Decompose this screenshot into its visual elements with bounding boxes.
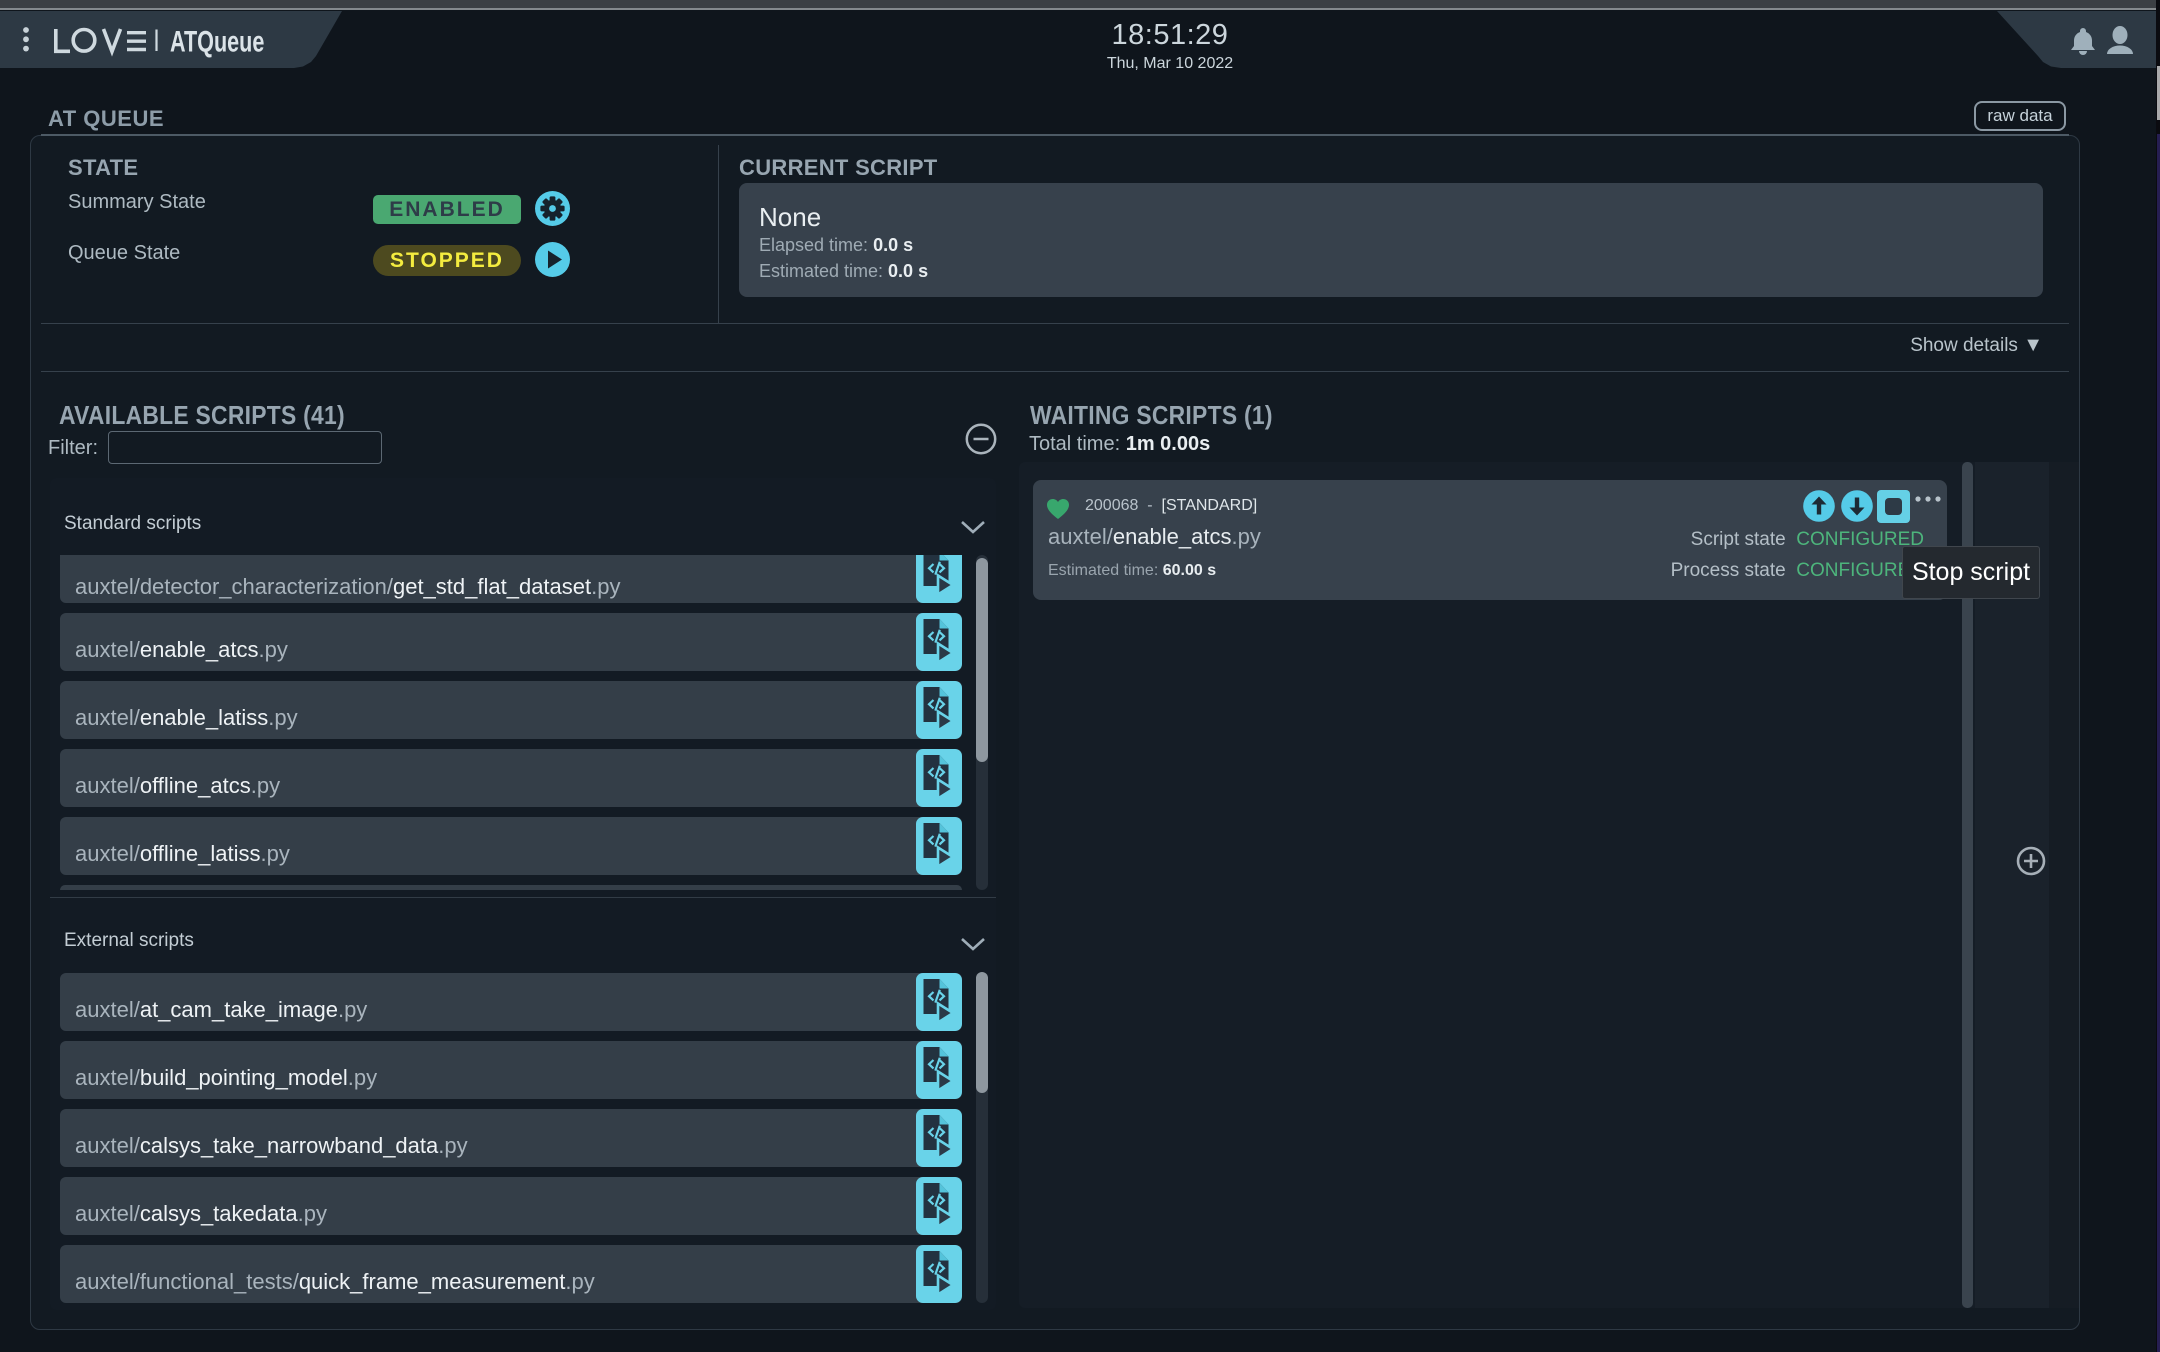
svg-text:ATQueue: ATQueue <box>170 24 264 58</box>
